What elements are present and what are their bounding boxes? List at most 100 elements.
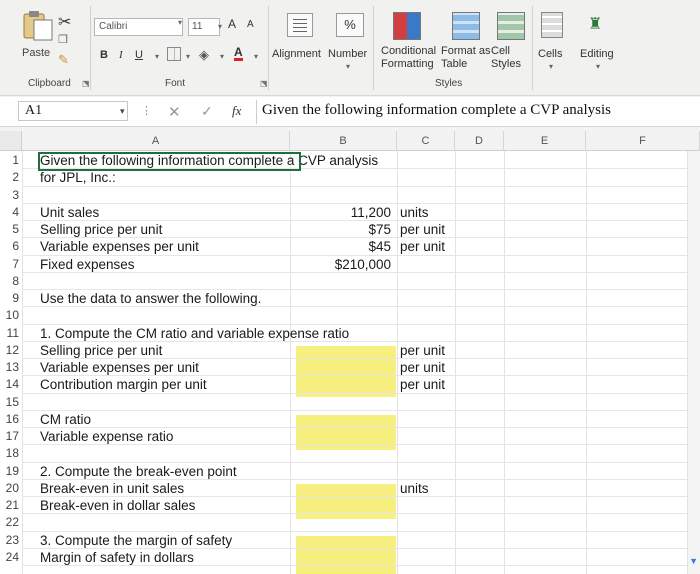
row-header[interactable]: 3: [0, 187, 22, 204]
column-header-a[interactable]: A: [22, 131, 290, 151]
cut-icon[interactable]: ✂: [58, 12, 71, 32]
clipboard-launcher-icon[interactable]: ⬔: [82, 79, 90, 88]
borders-icon[interactable]: [167, 47, 181, 61]
row-header[interactable]: 24: [0, 549, 22, 566]
editing-button[interactable]: Editing: [580, 48, 614, 60]
bold-button[interactable]: B: [100, 49, 108, 61]
cell-a[interactable]: 3. Compute the margin of safety: [40, 532, 232, 549]
active-cell-a1[interactable]: [38, 152, 301, 171]
cells-icon[interactable]: [541, 12, 563, 38]
font-launcher-icon[interactable]: ⬔: [260, 79, 268, 88]
row-header[interactable]: 23: [0, 532, 22, 549]
cell-c[interactable]: per unit: [400, 376, 445, 393]
row-header[interactable]: 15: [0, 394, 22, 411]
fill-color-icon[interactable]: ◈: [199, 47, 209, 63]
scroll-down-icon[interactable]: ▼: [689, 556, 698, 566]
cell-c[interactable]: per unit: [400, 342, 445, 359]
chevron-down-icon[interactable]: ▾: [178, 18, 188, 36]
cell-a[interactable]: Variable expense ratio: [40, 428, 173, 445]
cell-b[interactable]: $45: [289, 238, 395, 255]
format-as-table-icon[interactable]: [452, 12, 480, 40]
cell-a[interactable]: Contribution margin per unit: [40, 376, 207, 393]
cell-styles-icon[interactable]: [497, 12, 525, 40]
name-box[interactable]: A1: [18, 101, 128, 121]
row-header[interactable]: 18: [0, 445, 22, 462]
font-name-select[interactable]: Calibri: [94, 18, 183, 36]
row-header[interactable]: 14: [0, 376, 22, 393]
decrease-font-size-button[interactable]: A: [247, 19, 254, 30]
chevron-down-icon[interactable]: ▾: [220, 52, 224, 61]
conditional-formatting-button[interactable]: Conditional Formatting: [381, 45, 443, 71]
cell-c[interactable]: per unit: [400, 221, 445, 238]
alignment-button[interactable]: Alignment: [272, 48, 321, 60]
cell-c[interactable]: units: [400, 204, 429, 221]
alignment-icon[interactable]: [287, 13, 313, 37]
cell-a[interactable]: Margin of safety in dollars: [40, 549, 194, 566]
row-header[interactable]: 8: [0, 273, 22, 290]
cell-b[interactable]: 11,200: [289, 204, 395, 221]
increase-font-size-button[interactable]: A: [228, 17, 236, 31]
paste-button[interactable]: Paste: [22, 47, 50, 59]
row-header[interactable]: 19: [0, 463, 22, 480]
column-header-c[interactable]: C: [397, 131, 455, 151]
vertical-scrollbar[interactable]: ▼: [687, 151, 700, 574]
chevron-down-icon[interactable]: ▾: [549, 62, 553, 71]
row-header[interactable]: 22: [0, 514, 22, 531]
column-header-f[interactable]: F: [586, 131, 700, 151]
cell-a[interactable]: Variable expenses per unit: [40, 238, 199, 255]
font-color-button[interactable]: A: [234, 46, 243, 61]
row-header[interactable]: 12: [0, 342, 22, 359]
number-format-icon[interactable]: %: [336, 13, 364, 37]
chevron-down-icon[interactable]: ▾: [218, 22, 222, 31]
column-header-d[interactable]: D: [455, 131, 504, 151]
font-size-select[interactable]: 11: [188, 18, 220, 36]
cell-a[interactable]: Unit sales: [40, 204, 99, 221]
cell-a[interactable]: Break-even in unit sales: [40, 480, 184, 497]
row-header[interactable]: 4: [0, 204, 22, 221]
row-header[interactable]: 10: [0, 307, 22, 324]
cell-b[interactable]: $210,000: [289, 256, 395, 273]
editing-icon[interactable]: ♜: [588, 14, 602, 34]
row-header[interactable]: 2: [0, 169, 22, 186]
chevron-down-icon[interactable]: ▾: [254, 52, 258, 61]
answer-cell-row-24[interactable]: [296, 536, 396, 574]
column-header-e[interactable]: E: [504, 131, 586, 151]
cell-a[interactable]: 2. Compute the break-even point: [40, 463, 237, 480]
row-header[interactable]: 9: [0, 290, 22, 307]
paste-icon[interactable]: [18, 8, 58, 42]
row-header[interactable]: 20: [0, 480, 22, 497]
cell-a[interactable]: Selling price per unit: [40, 342, 162, 359]
cells-button[interactable]: Cells: [538, 48, 562, 60]
conditional-formatting-icon[interactable]: [393, 12, 421, 40]
cell-c[interactable]: per unit: [400, 359, 445, 376]
format-as-table-button[interactable]: Format as Table: [441, 45, 491, 71]
cell-c[interactable]: per unit: [400, 238, 445, 255]
row-header[interactable]: 21: [0, 497, 22, 514]
insert-function-button[interactable]: fx: [232, 103, 241, 119]
italic-button[interactable]: I: [119, 49, 123, 61]
cell-b[interactable]: $75: [289, 221, 395, 238]
underline-button[interactable]: U: [135, 49, 143, 61]
cell-a[interactable]: Selling price per unit: [40, 221, 162, 238]
chevron-down-icon[interactable]: ▾: [120, 106, 125, 117]
cell-a[interactable]: CM ratio: [40, 411, 91, 428]
row-header[interactable]: 1: [0, 152, 22, 169]
cell-a[interactable]: for JPL, Inc.:: [40, 169, 116, 186]
row-header[interactable]: 6: [0, 238, 22, 255]
format-painter-icon[interactable]: ✎: [58, 52, 69, 68]
chevron-down-icon[interactable]: ▾: [596, 62, 600, 71]
cell-c[interactable]: units: [400, 480, 429, 497]
answer-cell-rows-12-14[interactable]: [296, 346, 396, 397]
row-header[interactable]: 16: [0, 411, 22, 428]
row-header[interactable]: 11: [0, 325, 22, 342]
row-header[interactable]: 7: [0, 256, 22, 273]
chevron-down-icon[interactable]: ▾: [346, 62, 350, 71]
confirm-entry-icon[interactable]: ✓: [201, 103, 213, 120]
cell-a[interactable]: Break-even in dollar sales: [40, 497, 195, 514]
cell-a[interactable]: 1. Compute the CM ratio and variable exp…: [40, 325, 349, 342]
cell-styles-button[interactable]: Cell Styles: [491, 45, 533, 71]
formula-input[interactable]: Given the following information complete…: [256, 100, 700, 124]
chevron-down-icon[interactable]: ▾: [186, 52, 190, 61]
select-all-corner[interactable]: [0, 131, 22, 151]
cell-a[interactable]: Fixed expenses: [40, 256, 135, 273]
